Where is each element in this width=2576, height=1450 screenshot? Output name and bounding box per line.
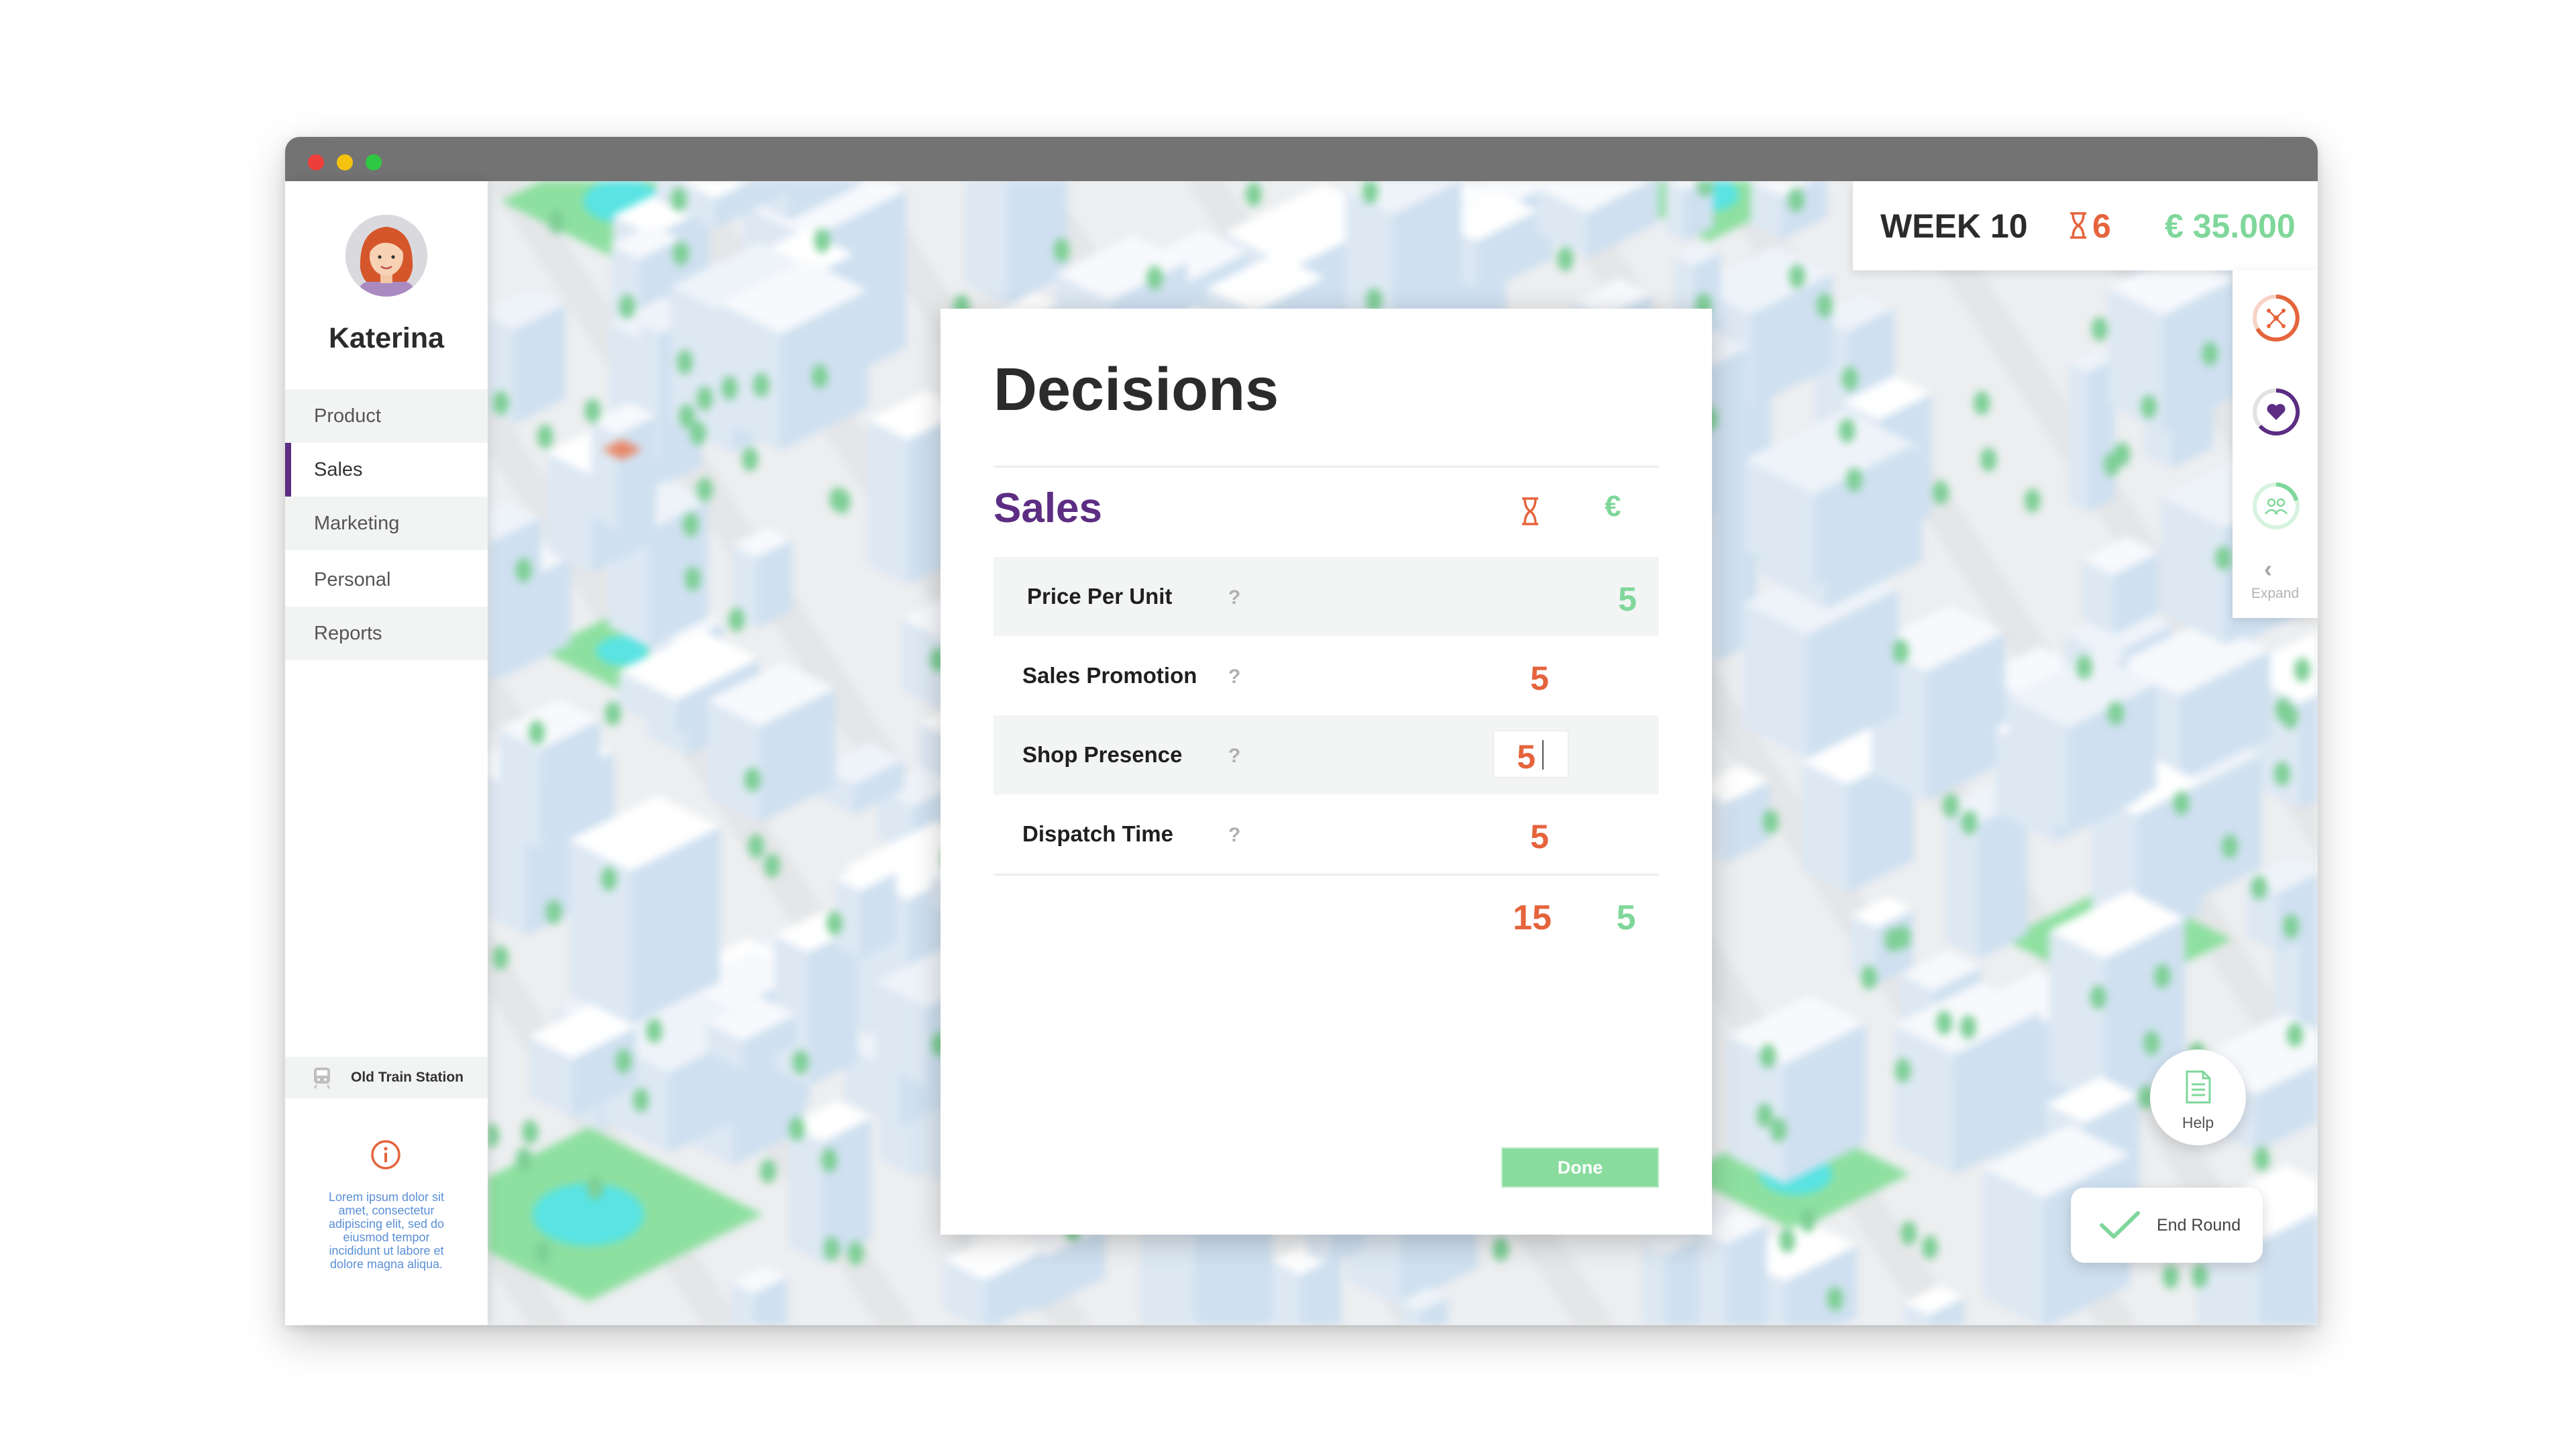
decision-row-dispatch-time[interactable]: Dispatch Time ? 5 (994, 794, 1659, 874)
sidebar-item-sales[interactable]: Sales (285, 443, 488, 497)
text-cursor (1542, 740, 1544, 770)
row-hours-value[interactable]: 5 (1506, 659, 1573, 698)
done-button[interactable]: Done (1501, 1147, 1659, 1188)
minimize-window-button[interactable] (337, 154, 353, 170)
total-hours: 15 (1513, 898, 1552, 937)
help-tooltip-icon[interactable]: ? (1228, 745, 1240, 768)
row-label: Shop Presence (1022, 742, 1183, 767)
info-icon[interactable] (370, 1139, 401, 1170)
location-bar[interactable]: Old Train Station (285, 1057, 488, 1098)
section-title: Sales (994, 485, 1103, 531)
decision-row-sales-promotion[interactable]: Sales Promotion ? 5 (994, 636, 1659, 715)
chevron-left-icon[interactable]: ‹ (2264, 555, 2272, 583)
row-label: Sales Promotion (1022, 663, 1197, 688)
end-round-label: End Round (2157, 1216, 2241, 1235)
help-tooltip-icon[interactable]: ? (1228, 666, 1240, 688)
total-euro: 5 (1616, 898, 1636, 937)
week-label: WEEK 10 (1880, 207, 2028, 245)
close-window-button[interactable] (308, 154, 324, 170)
decision-row-price-per-unit[interactable]: Price Per Unit ? 5 (994, 557, 1659, 636)
info-text: Lorem ipsum dolor sit amet, consectetur … (328, 1190, 445, 1271)
sidebar-nav: Product Sales Marketing Personal Reports (285, 389, 488, 660)
hours-input[interactable]: 5 (1493, 731, 1568, 778)
divider (994, 466, 1659, 468)
hourglass-icon (1522, 497, 1538, 525)
check-icon (2100, 1211, 2140, 1239)
row-euro-value[interactable]: 5 (1607, 580, 1648, 619)
expand-label[interactable]: Expand (2233, 586, 2318, 602)
user-avatar-icon[interactable] (345, 215, 427, 297)
network-icon[interactable] (2251, 293, 2302, 344)
end-round-button[interactable]: End Round (2071, 1188, 2263, 1263)
sidebar-item-marketing[interactable]: Marketing (285, 497, 488, 550)
hourglass-icon (2070, 212, 2086, 239)
user-name: Katerina (328, 322, 445, 354)
hours-remaining: 6 (2092, 207, 2111, 245)
document-icon (2186, 1070, 2211, 1104)
decision-row-shop-presence[interactable]: Shop Presence ? 5 (994, 715, 1659, 794)
decisions-modal: Decisions Sales € Price Per Unit ? 5 Sal… (941, 309, 1712, 1235)
people-icon[interactable] (2251, 480, 2302, 531)
help-label: Help (2182, 1114, 2214, 1131)
sidebar: Katerina Product Sales Marketing Persona… (285, 181, 488, 1325)
row-label: Dispatch Time (1022, 821, 1173, 846)
heart-icon[interactable] (2251, 386, 2302, 437)
help-button[interactable]: Help (2150, 1049, 2246, 1145)
divider (994, 874, 1659, 876)
row-label: Price Per Unit (1027, 584, 1173, 609)
maximize-window-button[interactable] (366, 154, 382, 170)
row-hours-value[interactable]: 5 (1506, 817, 1573, 856)
money-balance: € 35.000 (2165, 207, 2296, 245)
help-tooltip-icon[interactable]: ? (1228, 824, 1240, 847)
status-panel: WEEK 10 6 € 35.000 (1853, 181, 2318, 270)
sidebar-item-reports[interactable]: Reports (285, 607, 488, 660)
sidebar-item-product[interactable]: Product (285, 389, 488, 443)
euro-column-header: € (1605, 490, 1621, 523)
help-tooltip-icon[interactable]: ? (1228, 586, 1240, 609)
train-icon (313, 1068, 331, 1089)
hours-input-value: 5 (1517, 738, 1536, 776)
title-bar (285, 137, 2318, 181)
indicator-rail: ‹ Expand (2233, 270, 2318, 618)
sidebar-item-personal[interactable]: Personal (285, 553, 488, 607)
modal-title: Decisions (994, 356, 1279, 423)
location-label: Old Train Station (351, 1070, 464, 1085)
